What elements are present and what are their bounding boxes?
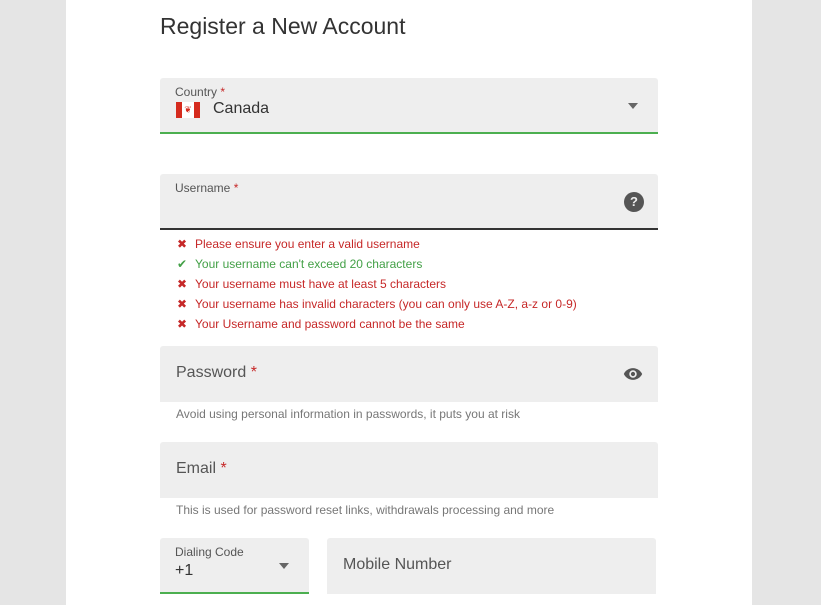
email-hint: This is used for password reset links, w… [176, 503, 555, 517]
error-x-icon: ✖ [177, 317, 188, 331]
mobile-number-field[interactable]: Mobile Number [327, 538, 656, 594]
country-select[interactable]: Country * ❦ Canada [160, 78, 658, 134]
email-field[interactable]: Email * [160, 442, 658, 498]
chevron-down-icon[interactable] [628, 103, 638, 109]
check-icon: ✔ [177, 257, 188, 271]
password-hint: Avoid using personal information in pass… [176, 407, 520, 421]
country-value: Canada [213, 100, 270, 117]
country-label: Country * [175, 85, 226, 99]
chevron-down-icon[interactable] [279, 563, 289, 569]
page-title: Register a New Account [160, 13, 406, 39]
validation-rule: ✖ Your Username and password cannot be t… [177, 317, 465, 331]
dialing-code-label: Dialing Code [175, 545, 244, 559]
password-field[interactable]: Password * [160, 346, 658, 402]
username-label: Username * [175, 181, 239, 195]
validation-rule: ✖ Please ensure you enter a valid userna… [177, 237, 420, 251]
mobile-number-label: Mobile Number [343, 556, 452, 573]
validation-rule: ✖ Your username has invalid characters (… [177, 297, 577, 311]
validation-rule: ✖ Your username must have at least 5 cha… [177, 277, 447, 291]
canada-flag-icon: ❦ [176, 102, 200, 118]
dialing-code-value: +1 [175, 562, 194, 579]
error-x-icon: ✖ [177, 277, 188, 291]
username-validation-list: ✖ Please ensure you enter a valid userna… [177, 237, 577, 337]
error-x-icon: ✖ [177, 297, 188, 311]
email-label: Email * [176, 460, 227, 477]
validation-rule: ✔ Your username can't exceed 20 characte… [177, 257, 423, 271]
password-label: Password * [176, 364, 257, 381]
help-icon[interactable]: ? [624, 192, 644, 212]
dialing-code-select[interactable]: Dialing Code +1 [160, 538, 309, 594]
eye-icon[interactable] [622, 364, 644, 384]
error-x-icon: ✖ [177, 237, 188, 251]
username-field[interactable]: Username * ? [160, 174, 658, 230]
